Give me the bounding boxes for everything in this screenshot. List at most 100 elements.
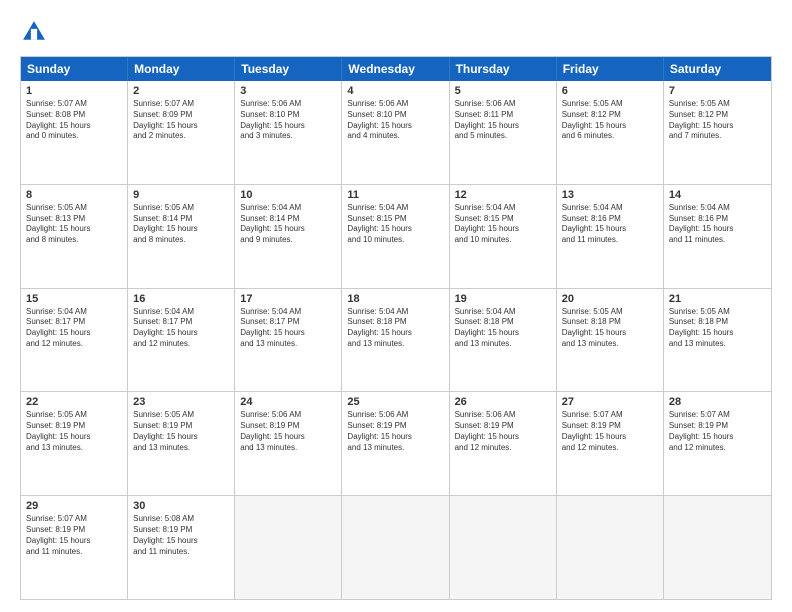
day-number: 19 bbox=[455, 293, 551, 305]
day-number: 11 bbox=[347, 189, 443, 201]
weekday-header-friday: Friday bbox=[557, 57, 664, 81]
day-cell-15: 15 Sunrise: 5:04 AMSunset: 8:17 PMDayligh… bbox=[21, 289, 128, 392]
day-info: Sunrise: 5:06 AMSunset: 8:10 PMDaylight:… bbox=[240, 99, 336, 142]
calendar: SundayMondayTuesdayWednesdayThursdayFrid… bbox=[20, 56, 772, 600]
day-cell-24: 24Sunrise: 5:06 AMSunset: 8:19 PMDayligh… bbox=[235, 392, 342, 495]
day-info: Sunrise: 5:07 AMSunset: 8:19 PMDaylight:… bbox=[26, 514, 122, 557]
day-number: 21 bbox=[669, 293, 766, 305]
day-info: Sunrise: 5:06 AMSunset: 8:11 PMDaylight:… bbox=[455, 99, 551, 142]
logo-icon bbox=[20, 18, 48, 46]
day-cell-12: 12 Sunrise: 5:04 AMSunset: 8:15 PMDayligh… bbox=[450, 185, 557, 288]
day-cell-14: 14 Sunrise: 5:04 AMSunset: 8:16 PMDayligh… bbox=[664, 185, 771, 288]
day-number: 12 bbox=[455, 189, 551, 201]
calendar-row-4: 22 Sunrise: 5:05 AMSunset: 8:19 PMDayligh… bbox=[21, 391, 771, 495]
day-cell-18: 18 Sunrise: 5:04 AMSunset: 8:18 PMDayligh… bbox=[342, 289, 449, 392]
day-cell-5: 5Sunrise: 5:06 AMSunset: 8:11 PMDaylight… bbox=[450, 81, 557, 184]
day-cell-16: 16 Sunrise: 5:04 AMSunset: 8:17 PMDayligh… bbox=[128, 289, 235, 392]
day-number: 23 bbox=[133, 396, 229, 408]
day-info: Sunrise: 5:05 AMSunset: 8:12 PMDaylight:… bbox=[562, 99, 658, 142]
day-cell-1: 1 Sunrise: 5:07 AMSunset: 8:08 PMDaylight… bbox=[21, 81, 128, 184]
empty-cell bbox=[664, 496, 771, 599]
day-number: 6 bbox=[562, 85, 658, 97]
day-info: Sunrise: 5:05 AMSunset: 8:14 PMDaylight:… bbox=[133, 203, 229, 246]
day-number: 13 bbox=[562, 189, 658, 201]
empty-cell bbox=[235, 496, 342, 599]
calendar-row-2: 8 Sunrise: 5:05 AMSunset: 8:13 PMDaylight… bbox=[21, 184, 771, 288]
day-info: Sunrise: 5:07 AMSunset: 8:08 PMDaylight:… bbox=[26, 99, 122, 142]
day-cell-17: 17Sunrise: 5:04 AMSunset: 8:17 PMDayligh… bbox=[235, 289, 342, 392]
day-cell-10: 10Sunrise: 5:04 AMSunset: 8:14 PMDayligh… bbox=[235, 185, 342, 288]
calendar-row-5: 29 Sunrise: 5:07 AMSunset: 8:19 PMDayligh… bbox=[21, 495, 771, 599]
calendar-header: SundayMondayTuesdayWednesdayThursdayFrid… bbox=[21, 57, 771, 81]
day-info: Sunrise: 5:06 AMSunset: 8:19 PMDaylight:… bbox=[240, 410, 336, 453]
weekday-header-saturday: Saturday bbox=[664, 57, 771, 81]
day-cell-25: 25 Sunrise: 5:06 AMSunset: 8:19 PMDayligh… bbox=[342, 392, 449, 495]
day-number: 28 bbox=[669, 396, 766, 408]
day-cell-11: 11 Sunrise: 5:04 AMSunset: 8:15 PMDayligh… bbox=[342, 185, 449, 288]
day-info: Sunrise: 5:04 AMSunset: 8:18 PMDaylight:… bbox=[455, 307, 551, 350]
day-number: 26 bbox=[455, 396, 551, 408]
day-info: Sunrise: 5:07 AMSunset: 8:19 PMDaylight:… bbox=[669, 410, 766, 453]
day-info: Sunrise: 5:04 AMSunset: 8:17 PMDaylight:… bbox=[133, 307, 229, 350]
day-info: Sunrise: 5:08 AMSunset: 8:19 PMDaylight:… bbox=[133, 514, 229, 557]
day-info: Sunrise: 5:04 AMSunset: 8:16 PMDaylight:… bbox=[669, 203, 766, 246]
day-number: 15 bbox=[26, 293, 122, 305]
day-number: 14 bbox=[669, 189, 766, 201]
day-info: Sunrise: 5:05 AMSunset: 8:12 PMDaylight:… bbox=[669, 99, 766, 142]
day-cell-30: 30Sunrise: 5:08 AMSunset: 8:19 PMDayligh… bbox=[128, 496, 235, 599]
weekday-header-monday: Monday bbox=[128, 57, 235, 81]
empty-cell bbox=[557, 496, 664, 599]
day-info: Sunrise: 5:06 AMSunset: 8:10 PMDaylight:… bbox=[347, 99, 443, 142]
day-info: Sunrise: 5:05 AMSunset: 8:13 PMDaylight:… bbox=[26, 203, 122, 246]
page: SundayMondayTuesdayWednesdayThursdayFrid… bbox=[0, 0, 792, 612]
day-number: 1 bbox=[26, 85, 122, 97]
day-cell-19: 19 Sunrise: 5:04 AMSunset: 8:18 PMDayligh… bbox=[450, 289, 557, 392]
calendar-row-1: 1 Sunrise: 5:07 AMSunset: 8:08 PMDaylight… bbox=[21, 81, 771, 184]
day-cell-13: 13 Sunrise: 5:04 AMSunset: 8:16 PMDayligh… bbox=[557, 185, 664, 288]
weekday-header-wednesday: Wednesday bbox=[342, 57, 449, 81]
day-info: Sunrise: 5:04 AMSunset: 8:15 PMDaylight:… bbox=[455, 203, 551, 246]
day-number: 4 bbox=[347, 85, 443, 97]
weekday-header-sunday: Sunday bbox=[21, 57, 128, 81]
day-cell-28: 28 Sunrise: 5:07 AMSunset: 8:19 PMDayligh… bbox=[664, 392, 771, 495]
day-cell-9: 9 Sunrise: 5:05 AMSunset: 8:14 PMDaylight… bbox=[128, 185, 235, 288]
day-cell-2: 2 Sunrise: 5:07 AMSunset: 8:09 PMDaylight… bbox=[128, 81, 235, 184]
day-number: 7 bbox=[669, 85, 766, 97]
day-info: Sunrise: 5:06 AMSunset: 8:19 PMDaylight:… bbox=[347, 410, 443, 453]
empty-cell bbox=[450, 496, 557, 599]
day-info: Sunrise: 5:06 AMSunset: 8:19 PMDaylight:… bbox=[455, 410, 551, 453]
day-info: Sunrise: 5:07 AMSunset: 8:09 PMDaylight:… bbox=[133, 99, 229, 142]
day-number: 8 bbox=[26, 189, 122, 201]
day-info: Sunrise: 5:04 AMSunset: 8:17 PMDaylight:… bbox=[26, 307, 122, 350]
day-number: 20 bbox=[562, 293, 658, 305]
day-number: 2 bbox=[133, 85, 229, 97]
day-number: 17 bbox=[240, 293, 336, 305]
day-number: 9 bbox=[133, 189, 229, 201]
day-number: 18 bbox=[347, 293, 443, 305]
day-cell-6: 6 Sunrise: 5:05 AMSunset: 8:12 PMDaylight… bbox=[557, 81, 664, 184]
day-info: Sunrise: 5:05 AMSunset: 8:19 PMDaylight:… bbox=[133, 410, 229, 453]
day-cell-27: 27Sunrise: 5:07 AMSunset: 8:19 PMDayligh… bbox=[557, 392, 664, 495]
day-info: Sunrise: 5:04 AMSunset: 8:16 PMDaylight:… bbox=[562, 203, 658, 246]
day-info: Sunrise: 5:04 AMSunset: 8:15 PMDaylight:… bbox=[347, 203, 443, 246]
day-cell-21: 21Sunrise: 5:05 AMSunset: 8:18 PMDayligh… bbox=[664, 289, 771, 392]
day-cell-7: 7 Sunrise: 5:05 AMSunset: 8:12 PMDaylight… bbox=[664, 81, 771, 184]
calendar-body: 1 Sunrise: 5:07 AMSunset: 8:08 PMDaylight… bbox=[21, 81, 771, 599]
day-number: 16 bbox=[133, 293, 229, 305]
calendar-row-3: 15 Sunrise: 5:04 AMSunset: 8:17 PMDayligh… bbox=[21, 288, 771, 392]
day-cell-26: 26 Sunrise: 5:06 AMSunset: 8:19 PMDayligh… bbox=[450, 392, 557, 495]
day-info: Sunrise: 5:04 AMSunset: 8:14 PMDaylight:… bbox=[240, 203, 336, 246]
day-cell-23: 23 Sunrise: 5:05 AMSunset: 8:19 PMDayligh… bbox=[128, 392, 235, 495]
day-cell-4: 4 Sunrise: 5:06 AMSunset: 8:10 PMDaylight… bbox=[342, 81, 449, 184]
logo bbox=[20, 18, 52, 46]
day-number: 25 bbox=[347, 396, 443, 408]
day-cell-22: 22 Sunrise: 5:05 AMSunset: 8:19 PMDayligh… bbox=[21, 392, 128, 495]
day-info: Sunrise: 5:05 AMSunset: 8:19 PMDaylight:… bbox=[26, 410, 122, 453]
day-cell-20: 20Sunrise: 5:05 AMSunset: 8:18 PMDayligh… bbox=[557, 289, 664, 392]
day-info: Sunrise: 5:04 AMSunset: 8:18 PMDaylight:… bbox=[347, 307, 443, 350]
day-number: 29 bbox=[26, 500, 122, 512]
day-cell-8: 8 Sunrise: 5:05 AMSunset: 8:13 PMDaylight… bbox=[21, 185, 128, 288]
day-number: 22 bbox=[26, 396, 122, 408]
weekday-header-tuesday: Tuesday bbox=[235, 57, 342, 81]
day-number: 3 bbox=[240, 85, 336, 97]
